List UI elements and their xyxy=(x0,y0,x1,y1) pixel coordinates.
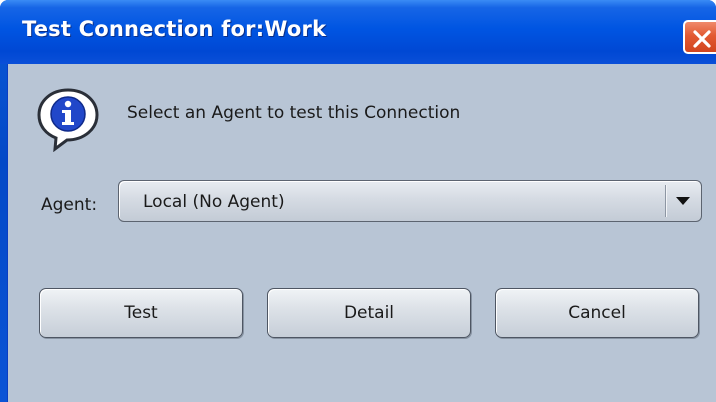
close-icon xyxy=(693,30,711,48)
close-button[interactable] xyxy=(683,20,716,54)
select-divider xyxy=(665,185,666,217)
dialog-window: Test Connection for:Work Select an Agent… xyxy=(0,0,716,402)
dialog-body: Select an Agent to test this Connection … xyxy=(7,64,716,402)
title-bar[interactable]: Test Connection for:Work xyxy=(0,0,716,64)
test-button[interactable]: Test xyxy=(39,288,243,338)
info-icon xyxy=(37,88,99,152)
triangle-down-icon[interactable] xyxy=(674,195,692,207)
detail-button[interactable]: Detail xyxy=(267,288,471,338)
agent-select-value: Local (No Agent) xyxy=(143,192,285,212)
cancel-button[interactable]: Cancel xyxy=(495,288,699,338)
agent-label: Agent: xyxy=(41,195,98,215)
agent-select[interactable]: Local (No Agent) xyxy=(118,180,702,222)
window-title: Test Connection for:Work xyxy=(22,17,327,41)
instruction-text: Select an Agent to test this Connection xyxy=(127,103,461,123)
